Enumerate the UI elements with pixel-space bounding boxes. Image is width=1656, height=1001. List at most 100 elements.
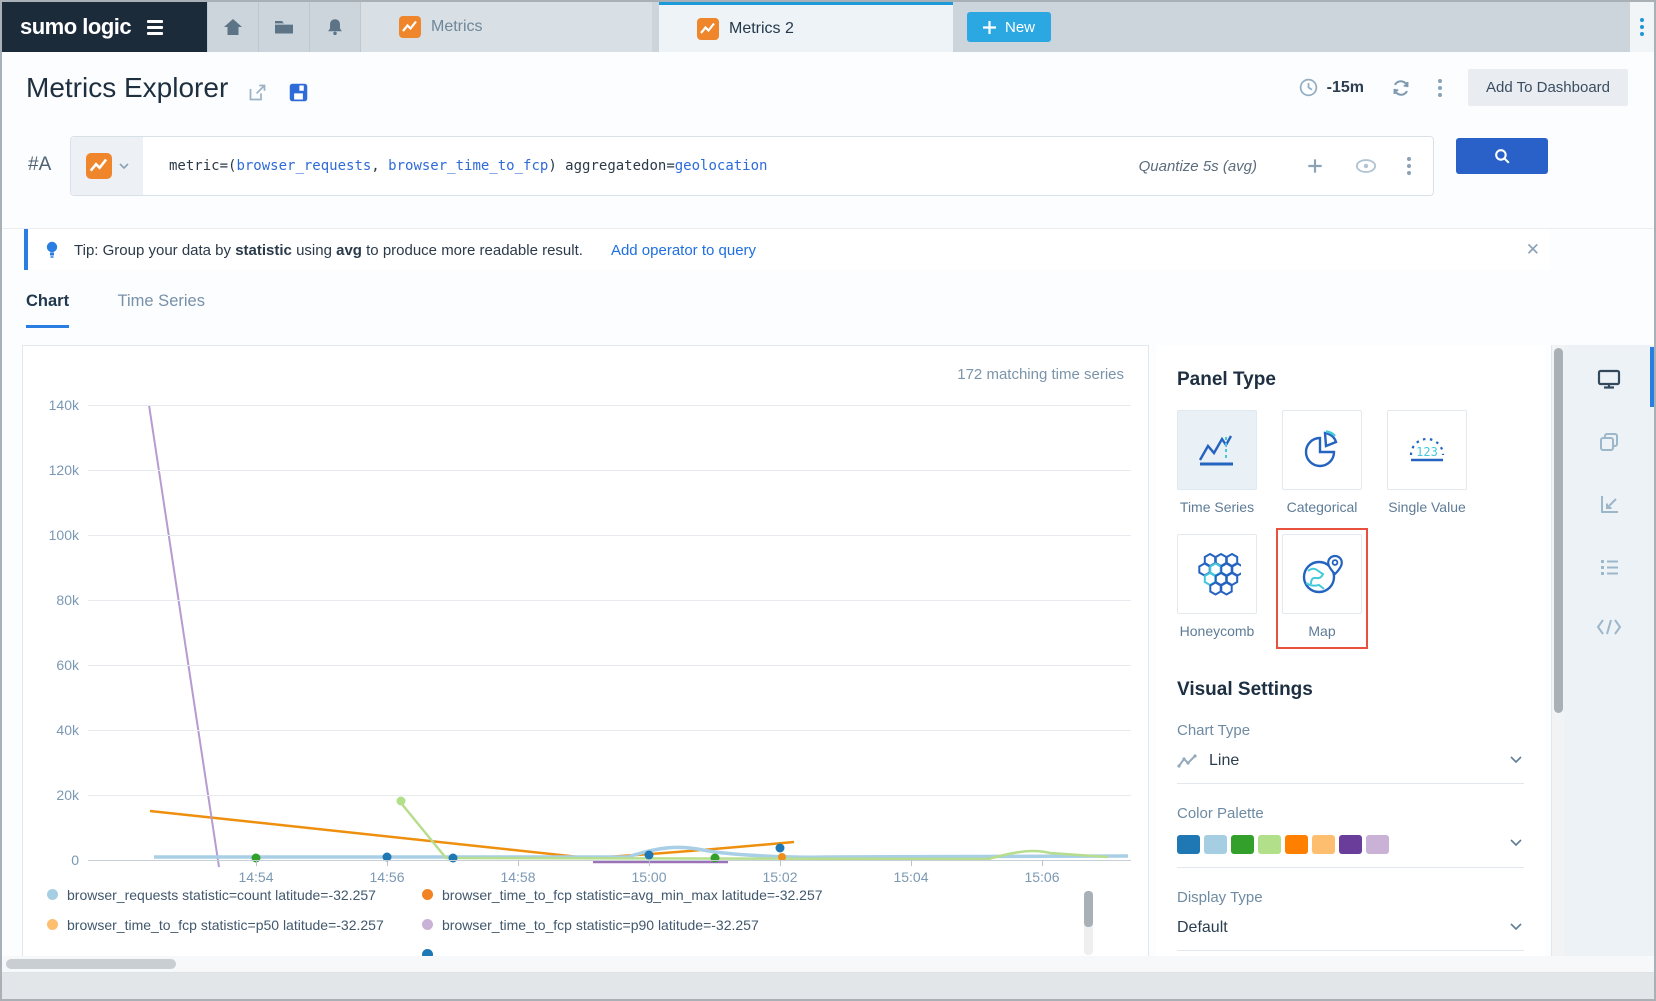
close-icon[interactable]: ✕ xyxy=(1526,241,1540,258)
palette-swatch xyxy=(1258,835,1281,854)
tab-time-series[interactable]: Time Series xyxy=(118,292,205,325)
x-axis-tick xyxy=(649,860,650,866)
visual-settings-heading: Visual Settings xyxy=(1177,679,1546,701)
chart-type-select[interactable]: Line xyxy=(1177,752,1524,784)
add-operator-link[interactable]: Add operator to query xyxy=(611,242,756,259)
x-axis-tick xyxy=(387,860,388,866)
legend-scrollbar-thumb[interactable] xyxy=(1084,891,1093,927)
search-icon xyxy=(1493,147,1512,166)
panel-type-heading: Panel Type xyxy=(1177,369,1546,391)
panel-type-map-highlight: Map xyxy=(1276,528,1368,649)
legend-tool-button[interactable] xyxy=(1564,555,1654,579)
refresh-icon[interactable] xyxy=(1390,77,1412,99)
categorical-icon xyxy=(1298,426,1346,474)
palette-swatches xyxy=(1177,835,1389,854)
legend-row: browser_requests statistic=count latitud… xyxy=(47,886,1067,903)
tab-chart[interactable]: Chart xyxy=(26,292,69,328)
tab-metrics[interactable]: Metrics xyxy=(360,2,652,52)
palette-swatch xyxy=(1231,835,1254,854)
panel-scrollbar-thumb[interactable] xyxy=(1554,348,1563,713)
legend-text: browser_time_to_fcp statistic=p90 latitu… xyxy=(442,917,759,933)
alerts-button[interactable] xyxy=(309,2,360,52)
panel-type-time-series[interactable]: Time Series xyxy=(1177,410,1257,515)
metrics-tab-icon xyxy=(697,18,719,40)
sumo-logic-logo: sumo logic xyxy=(2,2,207,52)
y-axis-tick-label: 20k xyxy=(23,787,79,803)
panel-type-map[interactable]: Map xyxy=(1282,534,1362,639)
gridline xyxy=(88,795,1131,796)
run-search-button[interactable] xyxy=(1456,138,1548,174)
x-axis-tick xyxy=(911,860,912,866)
chart-type-label: Chart Type xyxy=(1177,722,1524,739)
query-type-selector[interactable] xyxy=(71,137,143,195)
palette-swatch xyxy=(1312,835,1335,854)
x-axis-tick-label: 15:04 xyxy=(878,869,944,885)
line-chart-type-icon xyxy=(1177,754,1197,768)
code-tool-button[interactable] xyxy=(1564,617,1654,637)
lightbulb-icon xyxy=(44,240,60,260)
query-more-options[interactable] xyxy=(1407,157,1411,175)
palette-swatch xyxy=(1366,835,1389,854)
overlay-tool-button[interactable] xyxy=(1564,430,1654,454)
display-type-value: Default xyxy=(1177,919,1228,937)
horizontal-scrollbar-thumb[interactable] xyxy=(6,959,176,969)
time-range-clock-icon[interactable] xyxy=(1298,77,1319,98)
panel-scrollbar[interactable] xyxy=(1551,345,1564,960)
tab-metrics-2[interactable]: Metrics 2 xyxy=(659,2,953,52)
eye-icon[interactable] xyxy=(1355,158,1377,174)
quantize-label: Quantize 5s (avg) xyxy=(1139,158,1257,175)
add-to-dashboard-button[interactable]: Add To Dashboard xyxy=(1468,69,1628,106)
new-tab-button[interactable]: New xyxy=(967,12,1051,42)
topbar-overflow-button[interactable] xyxy=(1630,2,1654,52)
legend-item[interactable]: browser_requests statistic=count latitud… xyxy=(47,887,422,903)
axes-tool-button[interactable] xyxy=(1564,493,1654,517)
horizontal-scrollbar[interactable] xyxy=(2,956,1654,973)
tip-text: Tip: Group your data by statistic using … xyxy=(74,242,583,259)
color-palette-field: Color Palette xyxy=(1177,805,1524,868)
home-icon xyxy=(221,15,245,39)
top-bar: sumo logic Metrics Metrics 2 New xyxy=(2,2,1654,52)
panel-type-single-value[interactable]: 123 Single Value xyxy=(1387,410,1467,515)
kebab-menu-icon xyxy=(1640,18,1644,36)
chevron-down-icon xyxy=(1510,756,1522,763)
line-chart[interactable] xyxy=(88,396,1131,871)
panel-type-honeycomb[interactable]: Honeycomb xyxy=(1177,534,1257,639)
display-type-select[interactable]: Default xyxy=(1177,919,1524,951)
home-button[interactable] xyxy=(207,2,258,52)
legend-dot xyxy=(422,889,433,900)
legend-item[interactable]: browser_time_to_fcp statistic=p50 latitu… xyxy=(47,917,422,933)
gridline xyxy=(88,600,1131,601)
header-more-options[interactable] xyxy=(1438,79,1442,97)
tip-banner-row: Tip: Group your data by statistic using … xyxy=(2,228,1654,271)
hamburger-menu-icon[interactable] xyxy=(147,20,163,35)
data-point xyxy=(449,854,458,863)
honeycomb-icon xyxy=(1193,550,1241,598)
time-range-value[interactable]: -15m xyxy=(1327,79,1364,97)
add-query-row-icon[interactable] xyxy=(1305,156,1325,176)
y-axis-tick-label: 60k xyxy=(23,657,79,673)
legend-item[interactable]: browser_time_to_fcp statistic=p90 latitu… xyxy=(422,917,759,933)
time-series-icon xyxy=(1193,426,1241,474)
x-axis-tick-label: 15:00 xyxy=(616,869,682,885)
chevron-down-icon xyxy=(1510,839,1522,846)
x-axis-tick-label: 14:56 xyxy=(354,869,420,885)
chart-legend: browser_requests statistic=count latitud… xyxy=(47,886,1067,960)
copy-pages-icon xyxy=(1597,430,1621,454)
metrics-tab-icon xyxy=(399,16,421,38)
legend-item[interactable]: browser_time_to_fcp statistic=avg_min_ma… xyxy=(422,887,823,903)
palette-swatch xyxy=(1177,835,1200,854)
legend-scrollbar[interactable] xyxy=(1084,891,1093,955)
share-icon[interactable] xyxy=(247,82,268,103)
query-section: #A metric=(browser_requests, browser_tim… xyxy=(2,124,1654,228)
display-tool-button[interactable] xyxy=(1564,367,1654,391)
gridline xyxy=(88,665,1131,666)
color-palette-select[interactable] xyxy=(1177,835,1524,868)
matching-series-count: 172 matching time series xyxy=(957,366,1124,383)
settings-panel: Panel Type Time Series xyxy=(1156,345,1546,960)
save-icon[interactable] xyxy=(288,82,309,103)
library-button[interactable] xyxy=(258,2,309,52)
query-input[interactable]: metric=(browser_requests, browser_time_t… xyxy=(169,158,767,174)
palette-swatch xyxy=(1285,835,1308,854)
tab-label: Metrics xyxy=(431,18,483,36)
panel-type-categorical[interactable]: Categorical xyxy=(1282,410,1362,515)
